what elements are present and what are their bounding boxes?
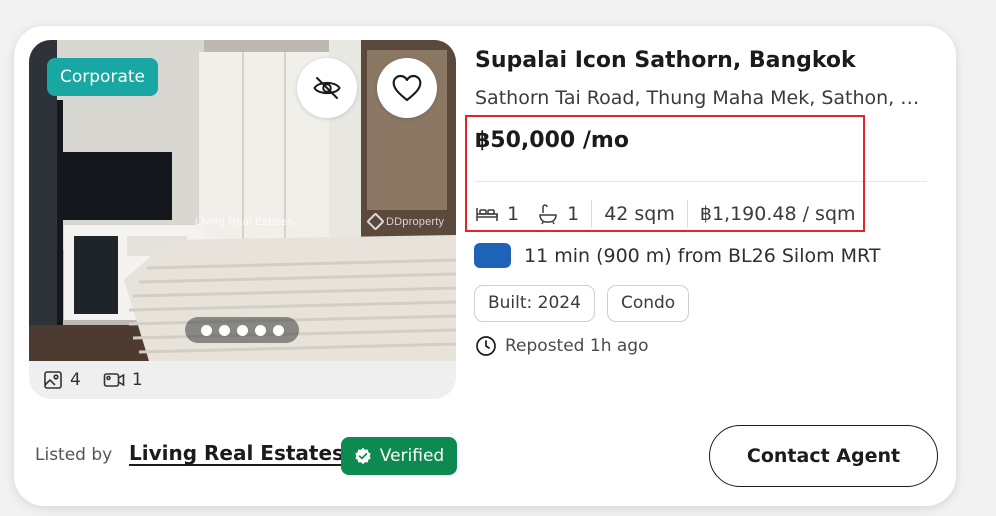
reposted-text: Reposted 1h ago	[505, 336, 649, 356]
verified-check-icon	[355, 447, 371, 465]
transit-line-icon	[474, 243, 511, 268]
carousel-dot[interactable]	[218, 324, 230, 336]
ddproperty-logo-icon	[366, 212, 385, 231]
tag-property-type: Condo	[606, 285, 690, 322]
photo-icon	[44, 371, 62, 389]
listed-by-label: Listed by	[35, 445, 113, 465]
photo-count-value: 4	[70, 370, 81, 390]
heart-icon	[392, 74, 422, 102]
reposted-info: Reposted 1h ago	[475, 335, 648, 357]
carousel-dot[interactable]	[254, 324, 266, 336]
tag-built-year: Built: 2024	[474, 285, 595, 322]
agency-watermark: Living Real Estates	[195, 216, 293, 228]
favorite-button[interactable]	[377, 58, 437, 118]
corporate-badge: Corporate	[47, 58, 158, 96]
transit-info: 11 min (900 m) from BL26 Silom MRT	[474, 243, 880, 268]
verified-badge: Verified	[341, 437, 457, 475]
brand-watermark-text: DDproperty	[386, 215, 445, 228]
carousel-dot[interactable]	[200, 324, 212, 336]
highlight-box	[465, 115, 865, 232]
clock-icon	[476, 336, 496, 356]
carousel-dot[interactable]	[272, 324, 284, 336]
photo-count: 4	[43, 370, 81, 390]
agency-link[interactable]: Living Real Estates	[129, 441, 344, 465]
listing-tags: Built: 2024 Condo	[474, 285, 690, 322]
brand-watermark: DDproperty	[366, 212, 445, 231]
carousel-indicator[interactable]	[185, 317, 299, 343]
eye-off-icon	[313, 77, 341, 99]
media-stats: 4 1	[43, 370, 165, 390]
carousel-dot[interactable]	[236, 324, 248, 336]
transit-text: 11 min (900 m) from BL26 Silom MRT	[524, 244, 881, 267]
contact-agent-button[interactable]: Contact Agent	[709, 425, 938, 487]
video-icon	[103, 373, 125, 387]
listing-media[interactable]: Living Real Estates DDproperty Corporate	[29, 40, 456, 399]
verified-label: Verified	[379, 446, 445, 466]
listing-address: Sathorn Tai Road, Thung Maha Mek, Sathon…	[475, 87, 925, 109]
listing-title[interactable]: Supalai Icon Sathorn, Bangkok	[475, 48, 935, 73]
video-count: 1	[103, 370, 143, 390]
hide-listing-button[interactable]	[297, 58, 357, 118]
video-count-value: 1	[131, 370, 143, 390]
